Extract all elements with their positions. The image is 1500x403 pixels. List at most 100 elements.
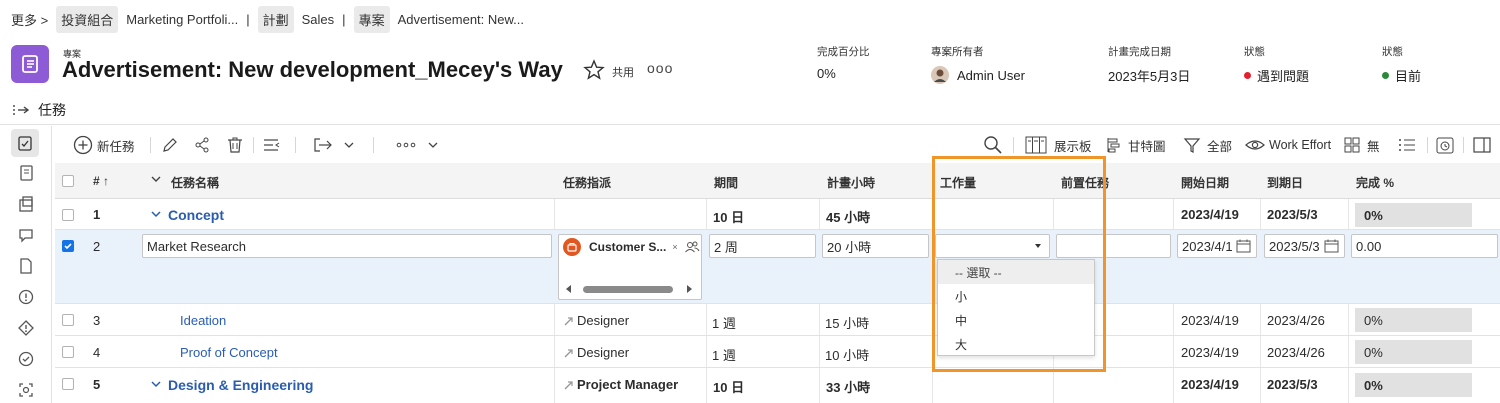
row-due[interactable]: 2023/5/3: [1267, 207, 1318, 222]
row-due[interactable]: 2023/4/26: [1267, 345, 1325, 360]
new-task-button[interactable]: 新任務: [73, 128, 135, 162]
row-checkbox[interactable]: [62, 314, 74, 326]
more-actions-icon[interactable]: [395, 128, 417, 162]
row-hours[interactable]: 10 小時: [825, 345, 869, 364]
effort-option-large[interactable]: 大: [938, 332, 1094, 356]
edit-icon[interactable]: [161, 128, 179, 162]
effort-option-select[interactable]: -- 選取 --: [938, 260, 1094, 284]
col-header-predecessors[interactable]: 前置任務: [1061, 174, 1109, 191]
row-assignment[interactable]: Designer: [563, 345, 629, 360]
row-complete-bar[interactable]: 0%: [1355, 308, 1472, 332]
risk-nav-icon[interactable]: [15, 317, 37, 339]
library-nav-icon[interactable]: [15, 193, 37, 215]
start-date-input[interactable]: 2023/4/1: [1177, 234, 1257, 258]
effort-option-medium[interactable]: 中: [938, 308, 1094, 332]
row-duration[interactable]: 10 日: [713, 377, 744, 396]
approval-nav-icon[interactable]: [15, 348, 37, 370]
calendar-icon[interactable]: [1236, 239, 1251, 253]
col-header-assign[interactable]: 任務指派: [563, 174, 611, 191]
document-nav-icon[interactable]: [15, 162, 37, 184]
task-name-link[interactable]: Design & Engineering: [168, 377, 313, 393]
assignment-field[interactable]: Customer S... ×: [558, 234, 702, 300]
task-name-link[interactable]: Proof of Concept: [180, 345, 278, 360]
scroll-right-icon[interactable]: [685, 284, 693, 294]
task-name-input[interactable]: Market Research: [142, 234, 552, 258]
complete-input[interactable]: 0.00: [1351, 234, 1498, 258]
col-header-name[interactable]: 任務名稱: [171, 174, 219, 191]
comment-nav-icon[interactable]: [15, 224, 37, 246]
view-button[interactable]: Work Effort: [1245, 128, 1331, 162]
table-row[interactable]: 3 Ideation Designer 1 週 15 小時 2023/4/19 …: [55, 304, 1500, 336]
search-icon[interactable]: [983, 128, 1003, 162]
col-header-hours[interactable]: 計畫小時: [827, 174, 875, 191]
breadcrumb-link-program[interactable]: Sales: [302, 12, 335, 27]
field-owner[interactable]: Admin User: [931, 66, 1025, 84]
row-assignment[interactable]: Designer: [563, 313, 629, 328]
col-header-effort[interactable]: 工作量: [940, 174, 976, 191]
grouping-button[interactable]: 無: [1343, 128, 1380, 162]
chevron-down-icon[interactable]: [150, 378, 162, 390]
row-complete-bar[interactable]: 0%: [1355, 203, 1472, 227]
col-header-start[interactable]: 開始日期: [1181, 174, 1229, 191]
collapse-panel-icon[interactable]: [12, 102, 32, 118]
row-checkbox[interactable]: [62, 346, 74, 358]
scan-nav-icon[interactable]: [15, 379, 37, 401]
row-hours[interactable]: 15 小時: [825, 313, 869, 332]
delete-icon[interactable]: [226, 128, 244, 162]
chevron-down-icon[interactable]: [150, 208, 162, 220]
more-options-icon[interactable]: ooo: [647, 60, 673, 76]
calendar-icon[interactable]: [1324, 239, 1339, 253]
row-hours[interactable]: 45 小時: [826, 207, 870, 226]
row-start[interactable]: 2023/4/19: [1181, 207, 1239, 222]
file-nav-icon[interactable]: [15, 255, 37, 277]
col-header-duration[interactable]: 期間: [714, 174, 738, 191]
share-button[interactable]: 共用: [612, 64, 634, 80]
breadcrumb-link-portfolio[interactable]: Marketing Portfoli...: [126, 12, 238, 27]
star-icon[interactable]: [583, 59, 605, 81]
row-duration[interactable]: 10 日: [713, 207, 744, 226]
effort-select[interactable]: [935, 234, 1050, 258]
hours-input[interactable]: 20 小時: [822, 234, 929, 258]
row-complete-bar[interactable]: 0%: [1355, 340, 1472, 364]
predecessors-input[interactable]: [1056, 234, 1171, 258]
horizontal-scrollbar[interactable]: [565, 283, 693, 295]
table-row[interactable]: 4 Proof of Concept Designer 1 週 10 小時 20…: [55, 336, 1500, 368]
collapse-all-icon[interactable]: [150, 173, 162, 185]
row-assignment[interactable]: Project Manager: [563, 377, 678, 392]
gantt-view-button[interactable]: 甘特圖: [1104, 128, 1166, 162]
breadcrumb-link-project[interactable]: Advertisement: New...: [398, 12, 524, 27]
duration-input[interactable]: 2 周: [709, 234, 816, 258]
row-duration[interactable]: 1 週: [712, 345, 736, 364]
users-icon[interactable]: [684, 240, 700, 254]
field-condition[interactable]: 遇到問題: [1244, 66, 1309, 85]
indent-icon[interactable]: [262, 128, 282, 162]
row-checkbox[interactable]: [62, 209, 74, 221]
row-due[interactable]: 2023/5/3: [1267, 377, 1318, 392]
breadcrumb-more[interactable]: 更多 >: [11, 10, 48, 29]
row-due[interactable]: 2023/4/26: [1267, 313, 1325, 328]
remove-assignee-icon[interactable]: ×: [672, 242, 677, 252]
row-checkbox[interactable]: [62, 378, 74, 390]
issue-nav-icon[interactable]: [15, 286, 37, 308]
table-row-selected[interactable]: 2 Market Research Customer S... × 2 周 20…: [55, 230, 1500, 304]
table-row[interactable]: 1 Concept 10 日 45 小時 2023/4/19 2023/5/3 …: [55, 199, 1500, 230]
row-duration[interactable]: 1 週: [712, 313, 736, 332]
move-to-icon[interactable]: [312, 128, 334, 162]
list-view-icon[interactable]: [1397, 128, 1417, 162]
row-start[interactable]: 2023/4/19: [1181, 377, 1239, 392]
col-header-num[interactable]: # ↑: [93, 174, 109, 188]
scroll-left-icon[interactable]: [565, 284, 573, 294]
col-header-due[interactable]: 到期日: [1267, 174, 1303, 191]
row-complete-bar[interactable]: 0%: [1355, 373, 1472, 397]
row-hours[interactable]: 33 小時: [826, 377, 870, 396]
row-start[interactable]: 2023/4/19: [1181, 345, 1239, 360]
share-icon[interactable]: [193, 128, 211, 162]
row-checkbox-checked[interactable]: [62, 240, 74, 252]
field-status[interactable]: 目前: [1382, 66, 1421, 85]
effort-option-small[interactable]: 小: [938, 284, 1094, 308]
tasks-nav-icon[interactable]: [11, 129, 39, 157]
timeline-icon[interactable]: [1435, 128, 1455, 162]
col-header-complete[interactable]: 完成 %: [1356, 174, 1394, 191]
board-view-button[interactable]: 展示板: [1024, 128, 1092, 162]
chevron-down-icon[interactable]: [343, 128, 355, 162]
